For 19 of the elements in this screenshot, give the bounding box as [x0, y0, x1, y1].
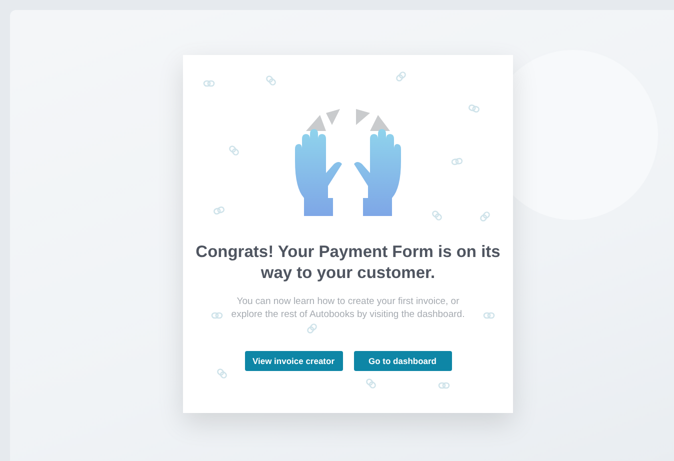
link-icon	[264, 74, 278, 88]
link-icon	[438, 382, 450, 389]
link-icon	[227, 144, 241, 158]
link-icon	[478, 210, 492, 224]
action-button[interactable]: Go to dashboard	[354, 351, 452, 371]
link-icon	[305, 322, 319, 336]
link-icon	[430, 208, 444, 222]
link-icon	[364, 376, 378, 390]
link-icon	[203, 80, 215, 87]
link-icon	[394, 70, 408, 84]
dialog-message: You can now learn how to create your first invoice, or explore the rest of Autobooks by visiting the dashboard.	[230, 295, 466, 321]
link-icon	[483, 312, 495, 319]
link-icon	[211, 312, 223, 319]
action-button[interactable]: View invoice creator	[244, 351, 342, 371]
link-icon	[450, 157, 464, 166]
dialog-title: Congrats! Your Payment Form is on its way to your customer.	[194, 242, 502, 284]
link-icon	[467, 103, 481, 114]
link-icon	[212, 205, 226, 216]
link-icon	[215, 366, 229, 380]
